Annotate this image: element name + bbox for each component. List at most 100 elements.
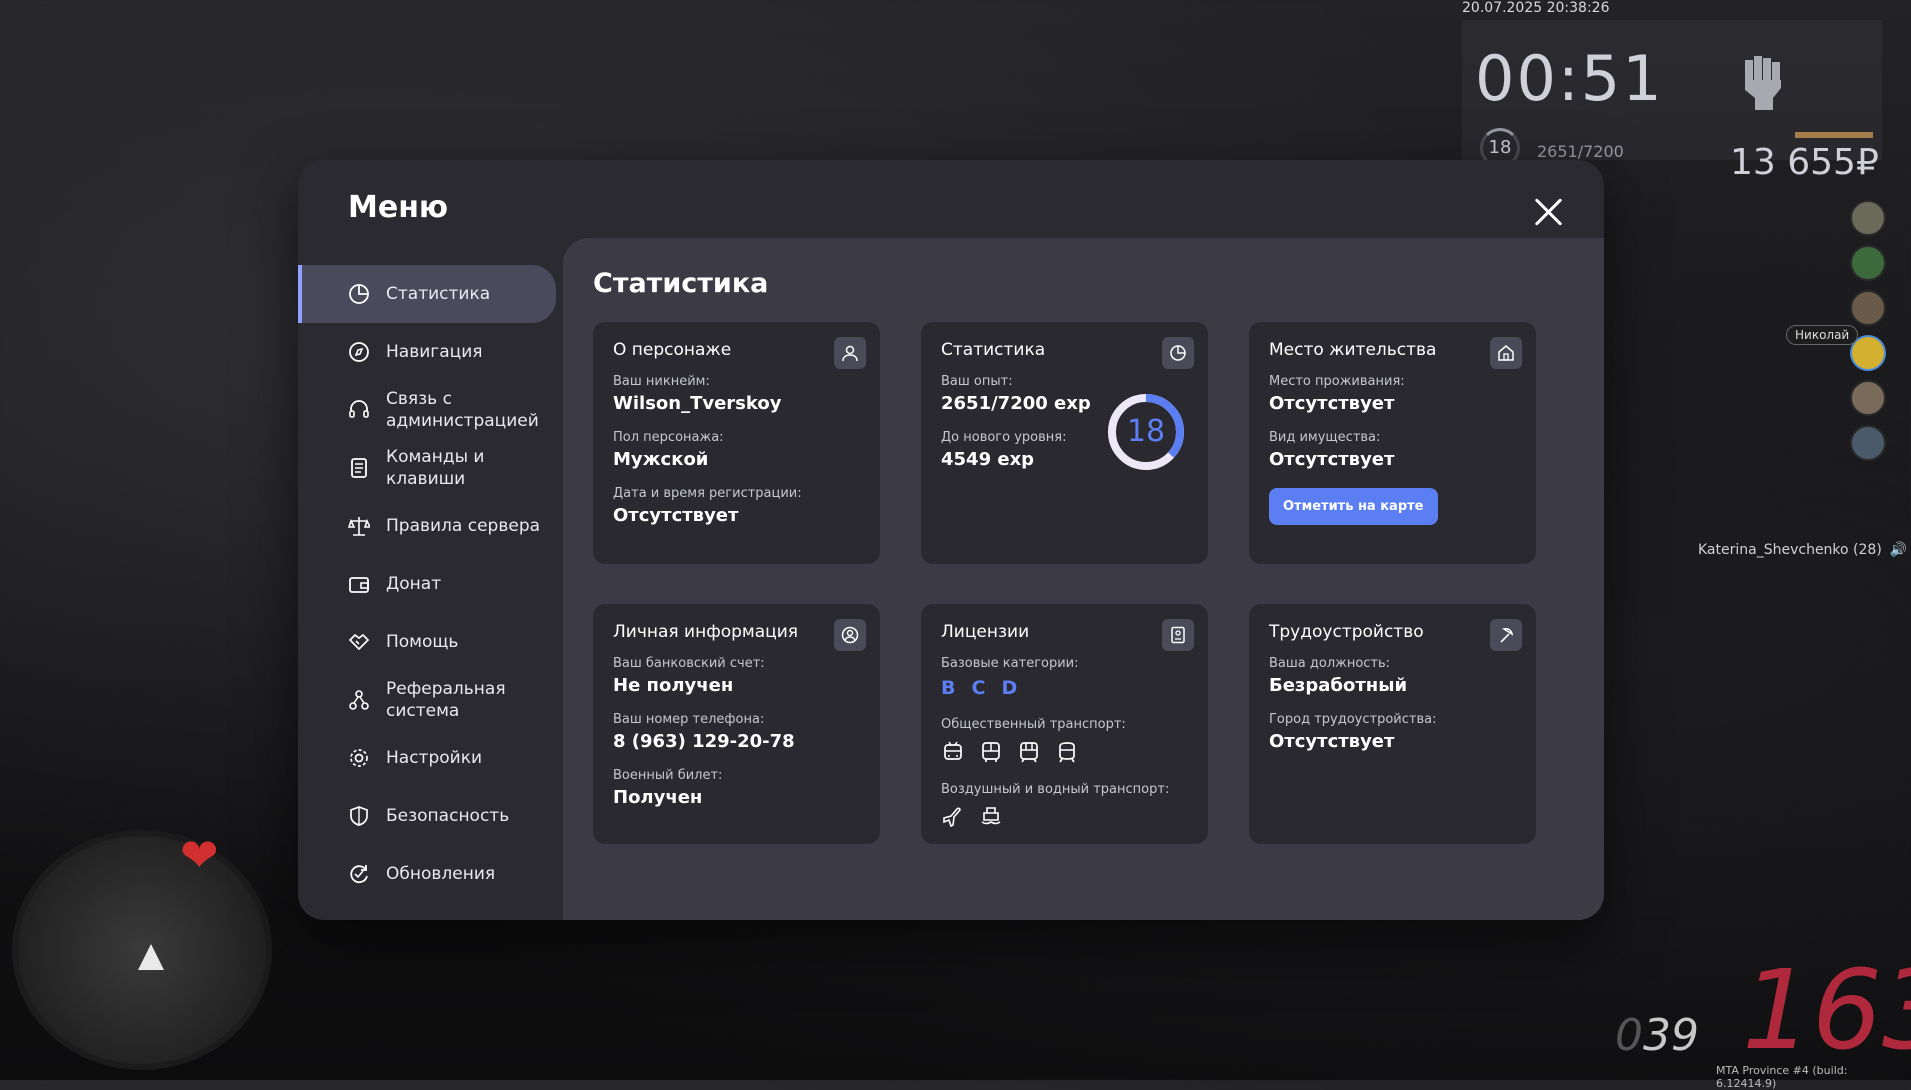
- sidebar-item-updates[interactable]: Обновления: [298, 845, 556, 903]
- sidebar-item-referral[interactable]: Реферальная система: [298, 671, 556, 729]
- train-icon: [1059, 742, 1075, 763]
- fist-icon: [1745, 56, 1781, 110]
- license-category: C: [971, 677, 988, 699]
- content-title: Статистика: [593, 268, 769, 299]
- property-label: Вид имущества:: [1269, 430, 1381, 445]
- tram-icon: [1020, 742, 1038, 763]
- sidebar-item-navigation[interactable]: Навигация: [298, 323, 556, 381]
- sidebar-item-settings[interactable]: Настройки: [298, 729, 556, 787]
- phone-label: Ваш номер телефона:: [613, 712, 765, 727]
- wallet-icon: [348, 573, 370, 595]
- mark-on-map-button[interactable]: Отметить на карте: [1269, 488, 1438, 525]
- compass-icon: [348, 341, 370, 363]
- bank-value: Не получен: [613, 675, 734, 696]
- military-label: Военный билет:: [613, 768, 723, 783]
- job-city-value: Отсутствует: [1269, 731, 1395, 752]
- sidebar-item-help[interactable]: Помощь: [298, 613, 556, 671]
- public-transport-icons: [941, 740, 1188, 764]
- speed-readout: 039: [1615, 1010, 1699, 1061]
- player-arrow-icon: [138, 944, 164, 970]
- gender-value: Мужской: [613, 449, 709, 470]
- hud-money: 13 655₽: [1730, 142, 1879, 183]
- card-title: Трудоустройство: [1269, 622, 1424, 642]
- hud-datetime: 20.07.2025 20:38:26: [1462, 0, 1610, 16]
- pie-chart-icon: [348, 283, 370, 305]
- nick-value: Wilson_Tverskoy: [613, 393, 782, 414]
- health-heart-icon: ❤: [180, 828, 219, 882]
- trolleybus-icon: [944, 741, 962, 760]
- sidebar-item-commands[interactable]: Команды и клавиши: [298, 439, 556, 497]
- scales-icon: [348, 515, 370, 537]
- sidebar-item-label: Донат: [386, 574, 442, 594]
- registration-label: Дата и время регистрации:: [613, 486, 802, 501]
- card-title: Личная информация: [613, 622, 799, 642]
- sidebar-item-label: Помощь: [386, 632, 459, 652]
- id-card-icon: [1162, 619, 1194, 651]
- menu-window: Меню Статистика Навигация Связь с админи…: [298, 160, 1604, 920]
- house-icon: [1490, 337, 1522, 369]
- gear-value: 39: [1643, 1010, 1699, 1061]
- avatar[interactable]: [1850, 245, 1886, 281]
- sidebar-item-label: Правила сервера: [386, 516, 541, 536]
- place-label: Место проживания:: [1269, 374, 1405, 389]
- sidebar-item-label: Реферальная система: [386, 679, 506, 721]
- gear-dim: 0: [1615, 1010, 1643, 1061]
- hud-exp: 2651/7200: [1537, 142, 1624, 161]
- exp-label: Ваш опыт:: [941, 374, 1013, 389]
- card-residence: Место жительства Место проживания: Отсут…: [1249, 322, 1536, 564]
- sidebar-item-donate[interactable]: Донат: [298, 555, 556, 613]
- base-categories-label: Базовые категории:: [941, 656, 1079, 671]
- sidebar-item-admin-contact[interactable]: Связь с администрацией: [298, 381, 556, 439]
- speedometer: 163: [1742, 946, 1911, 1074]
- sidebar: Статистика Навигация Связь с администрац…: [298, 265, 556, 903]
- voice-chat-line: Katerina_Shevchenko (28) 🔊: [1698, 542, 1907, 558]
- refresh-icon: [348, 863, 370, 885]
- avatar[interactable]: [1850, 200, 1886, 236]
- job-city-label: Город трудоустройства:: [1269, 712, 1437, 727]
- voice-chat-player: Katerina_Shevchenko (28): [1698, 542, 1882, 558]
- sidebar-item-label: Безопасность: [386, 806, 510, 826]
- avatar[interactable]: [1850, 425, 1886, 461]
- phone-value: 8 (963) 129-20-78: [613, 731, 795, 752]
- sidebar-item-label: Связь с администрацией: [386, 389, 539, 431]
- hud-clock: 00:51: [1475, 42, 1664, 115]
- level-value: 18: [1126, 414, 1166, 449]
- sidebar-item-label: Статистика: [386, 284, 491, 304]
- sidebar-item-label: Обновления: [386, 864, 496, 884]
- bank-label: Ваш банковский счет:: [613, 656, 765, 671]
- close-button[interactable]: [1528, 192, 1568, 232]
- card-title: Статистика: [941, 340, 1046, 360]
- pie-chart-icon: [1162, 337, 1194, 369]
- sidebar-item-rules[interactable]: Правила сервера: [298, 497, 556, 555]
- avatar[interactable]: [1850, 380, 1886, 416]
- ship-icon: [981, 807, 1001, 825]
- pickaxe-icon: [1490, 619, 1522, 651]
- license-categories: BCD: [941, 677, 1188, 699]
- gender-label: Пол персонажа:: [613, 430, 724, 445]
- speaker-icon: 🔊: [1889, 542, 1908, 558]
- military-value: Получен: [613, 787, 703, 808]
- card-title: Лицензии: [941, 622, 1030, 642]
- bus-icon: [982, 742, 1000, 762]
- sidebar-item-label: Настройки: [386, 748, 483, 768]
- headset-icon: [348, 399, 370, 421]
- user-icon: [834, 337, 866, 369]
- plane-icon: [943, 807, 961, 828]
- nick-tag: Николай: [1786, 325, 1859, 345]
- property-value: Отсутствует: [1269, 449, 1395, 470]
- sidebar-item-label: Навигация: [386, 342, 483, 362]
- sidebar-item-security[interactable]: Безопасность: [298, 787, 556, 845]
- position-label: Ваша должность:: [1269, 656, 1391, 671]
- menu-title: Меню: [348, 190, 449, 225]
- license-category: B: [941, 677, 958, 699]
- shield-icon: [348, 805, 370, 827]
- place-value: Отсутствует: [1269, 393, 1395, 414]
- card-personal-info: Личная информация Ваш банковский счет: Н…: [593, 604, 880, 844]
- card-employment: Трудоустройство Ваша должность: Безработ…: [1249, 604, 1536, 844]
- public-transport-label: Общественный транспорт:: [941, 717, 1126, 732]
- sidebar-item-statistics[interactable]: Статистика: [298, 265, 556, 323]
- nick-label: Ваш никнейм:: [613, 374, 710, 389]
- card-character: О персонаже Ваш никнейм: Wilson_Tverskoy…: [593, 322, 880, 564]
- registration-value: Отсутствует: [613, 505, 739, 526]
- avatar[interactable]: [1850, 290, 1886, 326]
